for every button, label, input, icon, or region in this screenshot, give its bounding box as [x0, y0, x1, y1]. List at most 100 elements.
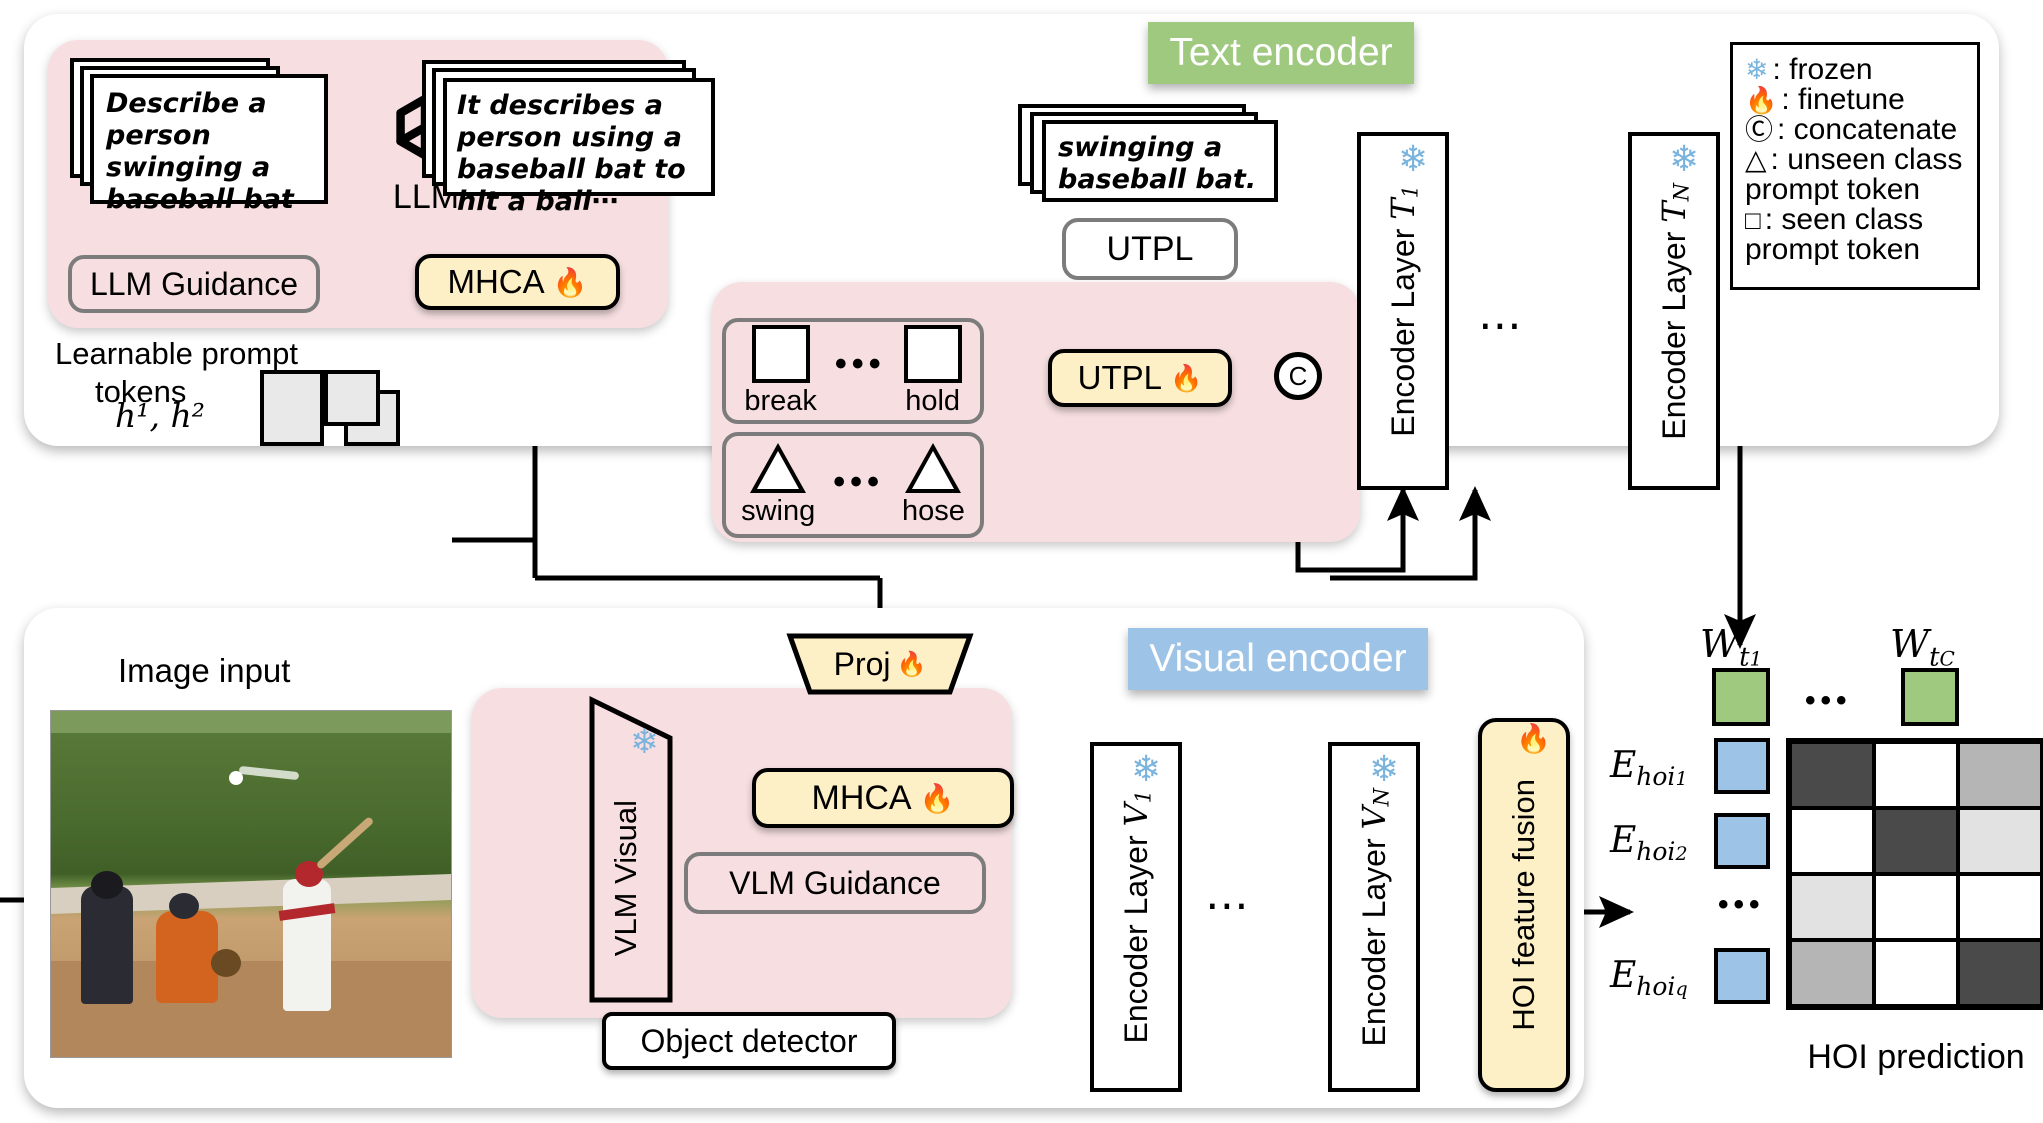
text-embedding-swatch-last [1901, 668, 1959, 726]
matrix-cell-0-2 [1958, 742, 2042, 808]
hoi-feature-fusion-block[interactable]: HOI feature fusion [1478, 718, 1570, 1092]
matrix-cell-0-0 [1790, 742, 1874, 808]
matrix-cell-3-0 [1790, 940, 1874, 1006]
prediction-col-label-first: Wt1 [1700, 622, 1763, 673]
matrix-cell-1-0 [1790, 808, 1874, 874]
legend-row-frozen: ❄ : frozen [1745, 55, 1965, 85]
utpl-finetune-block[interactable]: UTPL 🔥 [1048, 349, 1232, 407]
legend: ❄ : frozen 🔥 : finetune Ⓒ : concatenate … [1730, 42, 1980, 290]
snowflake-icon: ❄ [1398, 138, 1429, 179]
legend-label-frozen: : frozen [1772, 53, 1873, 86]
unseen-token-row: swing ••• hose [722, 432, 984, 538]
legend-label-concatenate: : concatenate [1777, 113, 1958, 146]
hoi-prediction-title: HOI prediction [1807, 1038, 2025, 1076]
unseen-token-right-label: hose [901, 494, 965, 527]
prediction-row-dots: ••• [1718, 888, 1765, 921]
fire-icon: 🔥 [919, 782, 955, 814]
square-icon [903, 324, 962, 383]
input-image [50, 710, 452, 1058]
seen-token-right-label: hold [905, 384, 961, 417]
concat-circle-icon: Ⓒ [1745, 114, 1774, 145]
matrix-cell-2-2 [1958, 874, 2042, 940]
prediction-row-label-2: Ehoi2 [1610, 820, 1688, 867]
legend-row-finetune: 🔥 : finetune [1745, 85, 1965, 115]
utpl-finetune-label: UTPL [1077, 359, 1162, 396]
snowflake-icon: ❄ [1745, 54, 1769, 85]
fire-icon: 🔥 [1516, 723, 1551, 754]
vlm-visual-label: VLM Visual [608, 800, 643, 957]
text-encoder-ellipsis: ⋯ [1478, 301, 1524, 350]
vlm-visual-block: VLM Visual ❄ [560, 696, 690, 1003]
visual-encoder-ellipsis: ⋯ [1205, 881, 1251, 930]
snowflake-icon: ❄ [1131, 748, 1162, 789]
unseen-token-dots: ••• [833, 462, 884, 501]
matrix-cell-2-0 [1790, 874, 1874, 940]
concat-circle-icon: C [1274, 352, 1322, 400]
concat-label: C [1288, 360, 1308, 391]
object-detector-block[interactable]: Object detector [602, 1012, 896, 1070]
prediction-row-label-1: Ehoi1 [1610, 745, 1688, 792]
utpl-frozen-box: UTPL [1062, 218, 1238, 280]
encoder-layer-vn-label: Encoder Layer VN [1354, 787, 1394, 1047]
utpl-frozen-label: UTPL [1106, 229, 1194, 268]
llm-response-text: It describes a person using a baseball b… [457, 90, 686, 217]
text-embedding-swatch-first [1712, 668, 1770, 726]
matrix-cell-1-1 [1874, 808, 1958, 874]
fire-icon: 🔥 [1169, 362, 1203, 393]
hoi-embedding-swatch-q [1714, 948, 1770, 1004]
matrix-cell-3-2 [1958, 940, 2042, 1006]
snowflake-icon: ❄ [1369, 748, 1400, 789]
encoder-layer-tn-label: Encoder Layer TN [1654, 182, 1694, 440]
unseen-token-left-label: swing [741, 494, 816, 527]
encoder-layer-v1: Encoder Layer V1 [1090, 742, 1182, 1092]
llm-guidance-label-box: LLM Guidance [68, 255, 320, 313]
triangle-icon [750, 442, 807, 493]
text-encoder-tag: Text encoder [1148, 22, 1414, 84]
triangle-icon [905, 442, 962, 493]
fire-icon: 🔥 [1745, 85, 1778, 115]
text-mhca-block[interactable]: MHCA 🔥 [415, 254, 620, 310]
encoder-layer-vn: Encoder Layer VN [1328, 742, 1420, 1092]
prediction-col-dots: ••• [1805, 684, 1852, 717]
visual-mhca-label: MHCA [811, 778, 912, 817]
legend-label-seen-cont: prompt token [1745, 233, 1921, 266]
legend-label-unseen: : unseen class [1770, 143, 1963, 176]
encoder-layer-t1-label: Encoder Layer T1 [1383, 185, 1423, 437]
vlm-guidance-label-box: VLM Guidance [684, 852, 986, 914]
text-sentence: swinging a baseball bat. [1058, 132, 1257, 195]
llm-guidance-label: LLM Guidance [89, 265, 299, 302]
text-sentence-document: swinging a baseball bat. [1042, 120, 1278, 202]
legend-row-unseen-cont: prompt token [1745, 175, 1965, 205]
snowflake-icon: ❄ [1669, 138, 1700, 179]
text-mhca-label: MHCA [447, 263, 545, 300]
triangle-icon: △ [1745, 144, 1767, 175]
matrix-cell-3-1 [1874, 940, 1958, 1006]
hoi-prediction-matrix [1786, 738, 2043, 1010]
hoi-embedding-swatch-1 [1714, 738, 1770, 794]
legend-row-seen: □ : seen class [1745, 205, 1965, 235]
fire-icon: 🔥 [896, 650, 927, 678]
vlm-guidance-label: VLM Guidance [729, 864, 941, 901]
legend-label-finetune: : finetune [1781, 83, 1905, 116]
learnable-token-square-1 [324, 370, 380, 426]
snowflake-icon: ❄ [630, 723, 659, 761]
visual-encoder-tag: Visual encoder [1128, 628, 1428, 690]
llm-prompt-text: Describe a person swinging a baseball ba… [106, 88, 294, 215]
encoder-layer-tn: Encoder Layer TN [1628, 132, 1720, 490]
prediction-row-label-q: Ehoiq [1610, 955, 1688, 1002]
hoi-feature-fusion-label: HOI feature fusion [1506, 779, 1541, 1031]
learnable-token-square-0 [260, 370, 324, 446]
matrix-cell-0-1 [1874, 742, 1958, 808]
proj-block[interactable]: Proj 🔥 [786, 633, 974, 695]
seen-token-row: break ••• hold [722, 318, 984, 424]
matrix-cell-2-1 [1874, 874, 1958, 940]
encoder-layer-t1: Encoder Layer T1 [1357, 132, 1449, 490]
square-icon: □ [1745, 205, 1761, 235]
fire-icon: 🔥 [552, 266, 588, 298]
legend-row-concatenate: Ⓒ : concatenate [1745, 115, 1965, 145]
legend-row-seen-cont: prompt token [1745, 235, 1965, 265]
visual-mhca-block[interactable]: MHCA 🔥 [752, 768, 1014, 828]
image-input-label: Image input [118, 652, 291, 689]
learnable-prompt-caption-line1: Learnable prompt [55, 336, 298, 371]
learnable-prompt-math: h¹, h² [115, 396, 205, 435]
